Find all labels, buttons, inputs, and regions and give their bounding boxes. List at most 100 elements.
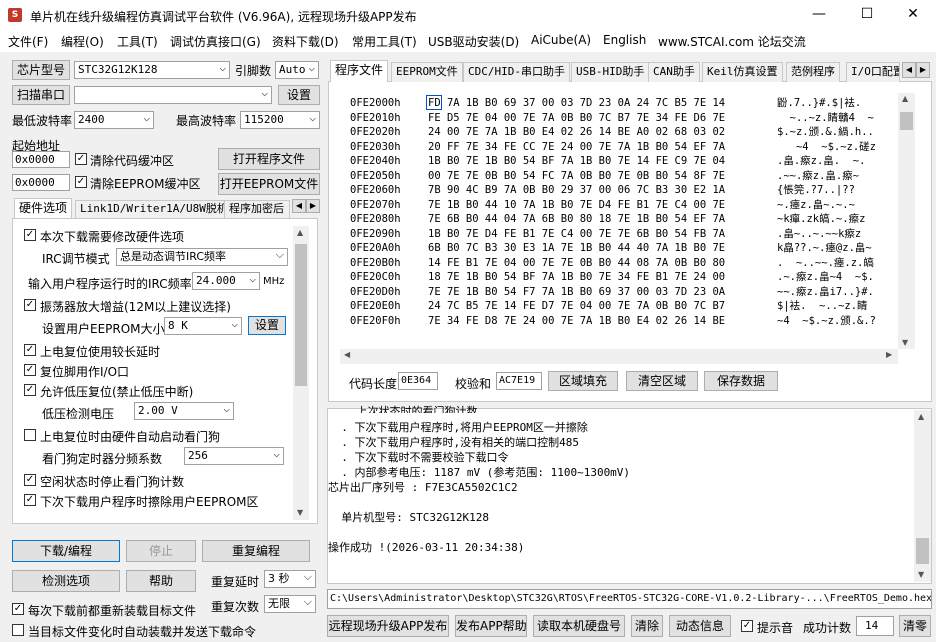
menu-debug[interactable]: 调试仿真接口(G) [170,33,261,50]
clear-log-button[interactable]: 清除 [631,615,663,637]
area-fill-button[interactable]: 区域填充 [548,371,618,391]
download-program-button[interactable]: 下载/编程 [12,540,120,562]
scroll-down-icon[interactable]: ▼ [297,508,303,517]
hex-scroll-down-icon[interactable]: ▼ [902,338,908,347]
retry-count-select[interactable]: 无限 [264,595,316,613]
max-baud-select[interactable]: 115200 [240,111,320,129]
menu-usb-driver[interactable]: USB驱动安装(D) [428,33,519,50]
tab-cdc-hid[interactable]: CDC/HID-串口助手 [463,62,570,82]
tabs-scroll-right-button[interactable]: ▶ [916,62,930,78]
wdt-divider-select[interactable]: 256 [184,447,284,465]
osc-gain-checkbox[interactable]: ✓ [24,299,36,311]
open-program-file-button[interactable]: 打开程序文件 [218,148,320,170]
log-scroll-up-icon[interactable]: ▲ [918,412,924,421]
publish-help-button[interactable]: 发布APP帮助 [455,615,527,637]
stop-button[interactable]: 停止 [126,540,196,562]
chip-model-button[interactable]: 芯片型号 [12,60,70,80]
tab-program-file[interactable]: 程序文件 [330,60,389,82]
hex-row-bytes[interactable]: 1B B0 7E D4 FE B1 7E C4 00 7E 7E 6B B0 5… [428,227,725,242]
min-baud-select[interactable]: 2400 [74,111,154,129]
menu-tools[interactable]: 工具(T) [117,33,158,50]
file-path-field[interactable]: C:\Users\Administrator\Desktop\STC32G\RT… [327,589,932,609]
irc-mode-select[interactable]: 总是动态调节IRC频率 [116,248,288,266]
dynamic-info-button[interactable]: 动态信息 [669,615,731,637]
close-button[interactable]: ✕ [890,0,936,30]
tab-can[interactable]: CAN助手 [648,62,700,82]
tab-scroll-left-button[interactable]: ◀ [292,199,306,213]
eeprom-address-input[interactable]: 0x0000 [12,174,70,191]
port-settings-button[interactable]: 设置 [278,85,320,105]
minimize-button[interactable]: — [796,0,842,30]
menu-program[interactable]: 编程(O) [61,33,104,50]
hw-options-scroll-thumb[interactable] [295,244,307,386]
beep-checkbox[interactable]: ✓ [741,620,753,632]
open-eeprom-file-button[interactable]: 打开EEPROM文件 [218,173,320,195]
hex-row-bytes[interactable]: 18 7E 1B B0 54 BF 7A 1B B0 7E 34 FE B1 7… [428,270,725,285]
tab-examples[interactable]: 范例程序 [786,62,840,82]
hex-row-bytes[interactable]: 00 7E 7E 0B B0 54 FC 7A 0B B0 7E 0B B0 5… [428,169,725,184]
long-reset-delay-checkbox[interactable]: ✓ [24,344,36,356]
save-data-button[interactable]: 保存数据 [704,371,778,391]
tab-usb-hid[interactable]: USB-HID助手 [571,62,650,82]
hex-row-bytes[interactable]: 7E 7E 1B B0 54 F7 7A 1B B0 69 37 00 03 7… [428,285,725,300]
repeat-program-button[interactable]: 重复编程 [202,540,310,562]
tab-io-config[interactable]: I/O口配置 [846,62,900,82]
menu-file[interactable]: 文件(F) [8,33,48,50]
hex-row-bytes[interactable]: 7E 34 FE D8 7E 24 00 7E 7A 1B B0 E4 02 2… [428,314,725,329]
hex-row-bytes[interactable]: 24 00 7E 7A 1B B0 E4 02 26 14 BE A0 02 6… [428,125,725,140]
detect-options-button[interactable]: 检测选项 [12,570,120,592]
reload-each-checkbox[interactable]: ✓ [12,603,24,615]
reset-pin-io-checkbox[interactable]: ✓ [24,364,36,376]
log-scroll-thumb[interactable] [916,538,929,564]
lvd-select[interactable]: 2.00 V [134,402,234,420]
hex-scrollbar-vertical[interactable] [898,93,915,349]
eeprom-size-set-button[interactable]: 设置 [248,316,286,335]
eeprom-size-select[interactable]: 8 K [164,317,242,335]
help-button[interactable]: 帮助 [126,570,196,592]
erase-eeprom-checkbox[interactable]: ✓ [24,494,36,506]
tab-scroll-right-button[interactable]: ▶ [306,199,320,213]
hex-row-bytes[interactable]: 7E 6B B0 44 04 7A 6B B0 80 18 7E 1B B0 5… [428,212,725,227]
menu-common-tools[interactable]: 常用工具(T) [352,33,417,50]
tab-hardware-options[interactable]: 硬件选项 [14,198,73,218]
pin-count-select[interactable]: Auto [275,61,319,79]
hex-row-bytes[interactable]: FE D5 7E 04 00 7E 7A 0B B0 7C B7 7E 34 F… [428,111,725,126]
maximize-button[interactable]: ☐ [844,0,890,30]
tab-encrypt[interactable]: 程序加密后 [224,200,290,218]
clear-code-checkbox[interactable]: ✓ [75,153,87,165]
tab-eeprom-file[interactable]: EEPROM文件 [391,62,463,82]
hex-scroll-right-icon[interactable]: ▶ [886,350,892,359]
log-scroll-down-icon[interactable]: ▼ [918,570,924,579]
hex-scrollbar-horizontal[interactable] [340,349,898,364]
hex-row-bytes[interactable]: 24 7C B5 7E 14 FE D7 7E 04 00 7E 7A 0B B… [428,299,725,314]
wdt-hw-start-checkbox[interactable] [24,429,36,441]
code-address-input[interactable]: 0x0000 [12,151,70,168]
hex-row-bytes[interactable]: 6B B0 7C B3 30 E3 1A 7E 1B B0 44 40 7A 1… [428,241,725,256]
port-select[interactable] [74,86,272,104]
retry-delay-select[interactable]: 3 秒 [264,570,316,588]
scroll-up-icon[interactable]: ▲ [297,228,303,237]
hex-scroll-up-icon[interactable]: ▲ [902,94,908,103]
hex-scroll-thumb[interactable] [900,112,913,130]
hex-row-bytes[interactable]: 1B B0 7E 1B B0 54 BF 7A 1B B0 7E 14 FE C… [428,154,725,169]
clear-area-button[interactable]: 清空区域 [626,371,698,391]
hex-row-bytes[interactable]: 20 FF 7E 34 FE CC 7E 24 00 7E 7A 1B B0 5… [428,140,725,155]
remote-upgrade-button[interactable]: 远程现场升级APP发布 [327,615,449,637]
hex-scroll-left-icon[interactable]: ◀ [344,350,350,359]
lvr-checkbox[interactable]: ✓ [24,384,36,396]
scan-port-button[interactable]: 扫描串口 [12,85,70,105]
tabs-scroll-left-button[interactable]: ◀ [902,62,916,78]
clear-eeprom-checkbox[interactable]: ✓ [75,176,87,188]
read-disk-button[interactable]: 读取本机硬盘号 [533,615,625,637]
hex-row-bytes[interactable]: 7E 1B B0 44 10 7A 1B B0 7E D4 FE B1 7E C… [428,198,725,213]
idle-wdt-stop-checkbox[interactable]: ✓ [24,474,36,486]
hex-row-bytes[interactable]: 14 FE B1 7E 04 00 7E 7E 0B B0 44 08 7A 0… [428,256,725,271]
menu-english[interactable]: English [603,33,646,47]
irc-frequency-select[interactable]: 24.000 [192,272,260,290]
tab-offline[interactable]: Link1D/Writer1A/U8W脱机 [75,200,233,218]
tab-keil[interactable]: Keil仿真设置 [702,62,783,82]
modify-hw-checkbox[interactable]: ✓ [24,229,36,241]
hex-row-bytes[interactable]: FD 7A 1B B0 69 37 00 03 7D 23 0A 24 7C B… [428,96,725,111]
menu-website[interactable]: www.STCAI.com 论坛交流 [658,33,806,50]
menu-aicube[interactable]: AiCube(A) [531,33,591,47]
